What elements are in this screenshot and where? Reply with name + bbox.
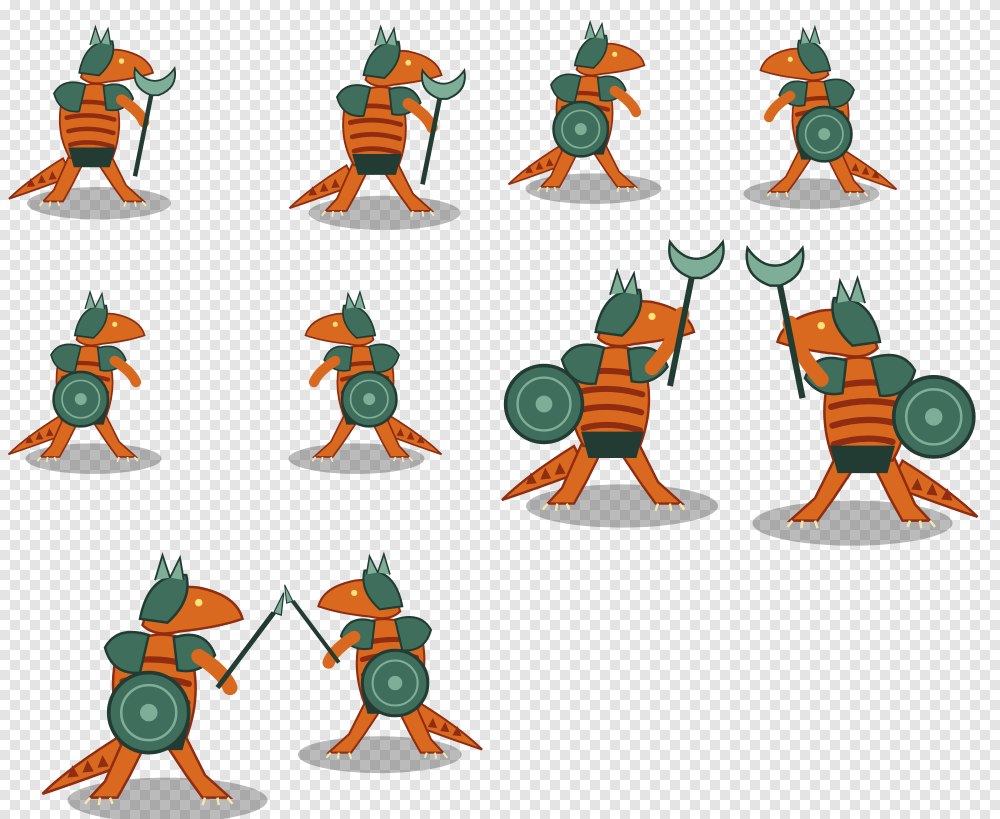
sprite-frame-1 xyxy=(0,0,180,240)
shoulder-armor xyxy=(53,81,87,113)
eye xyxy=(351,589,358,597)
shield-boss xyxy=(363,393,376,406)
helmet-crest xyxy=(89,24,112,46)
shield-boss xyxy=(140,703,158,722)
shoulder-armor xyxy=(103,630,151,675)
helmet-crest xyxy=(609,267,639,296)
helmet-crest xyxy=(84,289,106,310)
ground-shadow xyxy=(25,443,162,474)
sprite-frame-8 xyxy=(740,244,990,550)
sprite-frame-4 xyxy=(735,0,905,230)
shield-boss xyxy=(535,395,553,413)
eye xyxy=(612,51,618,57)
sprite-svg xyxy=(8,24,177,220)
shield-boss xyxy=(574,123,587,136)
axe-head xyxy=(745,244,805,287)
ground-shadow xyxy=(525,173,662,204)
sprite-svg xyxy=(284,551,483,774)
helmet-crest xyxy=(799,24,821,45)
helmet-crest xyxy=(365,551,391,575)
eye xyxy=(195,598,203,607)
weapon-arm xyxy=(191,648,238,696)
lizard-figure xyxy=(501,238,725,528)
lizard-figure xyxy=(288,289,443,474)
sprite-svg xyxy=(501,238,725,528)
weapon-arm xyxy=(109,355,142,388)
eye xyxy=(332,321,338,327)
helmet-crest xyxy=(835,275,866,304)
lizard-figure xyxy=(7,289,162,474)
spear-tip xyxy=(272,592,285,616)
shield-boss xyxy=(387,675,403,691)
helmet-crest xyxy=(584,19,606,40)
sprite-frame-3 xyxy=(500,0,670,220)
helmet-crest xyxy=(374,24,398,46)
lizard-figure xyxy=(288,24,466,230)
sprite-svg xyxy=(288,24,466,230)
sprite-sheet xyxy=(0,0,1000,819)
weapon-arm xyxy=(763,90,796,123)
eye xyxy=(405,59,412,66)
sprite-svg xyxy=(743,24,898,209)
ground-shadow xyxy=(526,484,718,528)
weapon-arm xyxy=(308,355,341,388)
shoulder-armor xyxy=(50,343,82,373)
ground-shadow xyxy=(308,195,461,230)
ground-shadow xyxy=(743,178,880,209)
armor-skirt xyxy=(581,431,644,458)
shield-boss xyxy=(818,128,831,141)
lizard-figure xyxy=(41,552,285,819)
sprite-svg xyxy=(41,552,285,819)
lizard-figure xyxy=(745,244,979,546)
eye xyxy=(817,321,825,330)
weapon-arm xyxy=(116,94,150,128)
eye xyxy=(112,321,118,327)
armor-skirt xyxy=(352,153,402,175)
eye xyxy=(118,58,125,64)
weapon-arm xyxy=(322,630,361,669)
ground-shadow xyxy=(288,443,425,474)
axe-haft xyxy=(132,85,156,177)
sprite-frame-10 xyxy=(284,550,495,774)
eye xyxy=(787,56,793,62)
eye xyxy=(648,312,656,320)
sprite-frame-7 xyxy=(490,238,730,528)
helmet-crest xyxy=(344,289,366,310)
armor-skirt xyxy=(68,147,116,168)
ground-shadow xyxy=(27,187,171,220)
weapon-arm xyxy=(402,97,438,134)
sprite-frame-2 xyxy=(280,0,470,250)
sprite-svg xyxy=(745,244,979,546)
shoulder-armor xyxy=(335,84,372,118)
shield-boss xyxy=(925,408,943,426)
armor-skirt xyxy=(830,445,895,474)
ground-shadow xyxy=(752,500,953,546)
spear-tip xyxy=(284,584,294,604)
shoulder-armor xyxy=(368,343,400,373)
sprite-svg xyxy=(7,289,162,474)
shield-boss xyxy=(74,393,87,406)
axe-haft xyxy=(420,88,444,185)
axe-head xyxy=(668,238,725,280)
sprite-frame-5 xyxy=(0,260,170,500)
lizard-figure xyxy=(8,24,177,220)
weapon-arm xyxy=(609,85,642,118)
helmet-crest xyxy=(154,552,185,581)
lizard-figure xyxy=(743,24,898,209)
shoulder-armor xyxy=(550,73,582,103)
lizard-figure xyxy=(284,551,483,774)
ground-shadow xyxy=(297,736,462,774)
sprite-frame-6 xyxy=(280,260,450,500)
shoulder-armor xyxy=(393,616,433,652)
sprite-svg xyxy=(288,289,443,474)
lizard-figure xyxy=(507,19,662,204)
shoulder-armor xyxy=(823,78,855,108)
sprite-frame-9 xyxy=(30,550,285,819)
sprite-svg xyxy=(507,19,662,204)
